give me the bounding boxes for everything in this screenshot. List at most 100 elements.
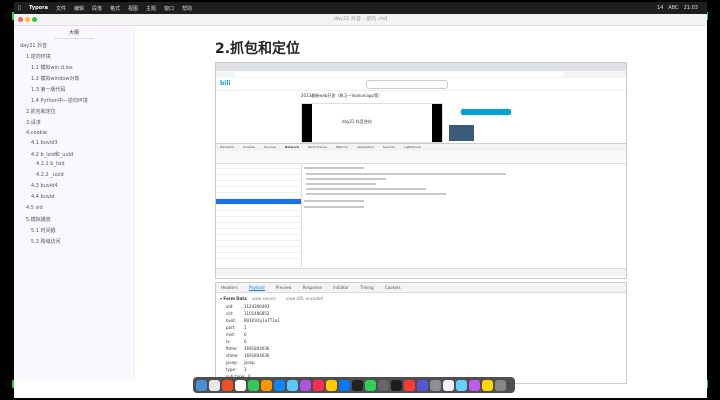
toc-item[interactable]: 4.4 buvid: [31, 194, 54, 200]
devtools-status-bar: [216, 268, 626, 276]
form-field-value: 1101486852: [244, 311, 270, 316]
request-detail: [302, 163, 624, 267]
form-field-key: bvid:: [226, 318, 236, 323]
payload-tab: Cookies: [384, 285, 401, 290]
status-count[interactable]: 14: [657, 5, 663, 11]
toc-item[interactable]: 4.2 b_lsid和_uuid: [31, 151, 73, 158]
dock-app-icon[interactable]: [274, 379, 285, 391]
toc-item[interactable]: 4.1 buvid3: [31, 140, 58, 146]
dock-app-icon[interactable]: [339, 379, 350, 391]
payload-tab: Timing: [360, 285, 374, 290]
toc-item[interactable]: day21 抖音: [20, 42, 47, 49]
recommend-thumbnail: [449, 125, 474, 141]
toc-item[interactable]: 5.1 时间戳: [31, 227, 56, 234]
dock: [193, 377, 515, 393]
form-field-key: cid:: [226, 311, 234, 316]
input-method[interactable]: ABC: [668, 5, 678, 11]
site-logo: bili: [220, 80, 231, 87]
form-field-key: jsonp:: [226, 360, 239, 365]
dock-app-icon[interactable]: [391, 379, 402, 391]
form-field-value: jsonp: [244, 360, 255, 365]
form-field-value: 1124306493: [244, 304, 270, 309]
dock-app-icon[interactable]: [430, 379, 441, 391]
video-player: day21 抖音逆向: [301, 103, 443, 143]
dock-app-icon[interactable]: [313, 379, 324, 391]
menu-app-name[interactable]: Typora: [29, 5, 48, 11]
menu-item[interactable]: 段落: [92, 5, 102, 12]
dock-app-icon[interactable]: [248, 379, 259, 391]
menu-item[interactable]: 文件: [56, 5, 66, 12]
dock-app-icon[interactable]: [287, 379, 298, 391]
dock-app-icon[interactable]: [352, 379, 363, 391]
form-field-key: aid:: [226, 304, 234, 309]
dock-app-icon[interactable]: [209, 379, 220, 391]
dock-app-icon[interactable]: [365, 379, 376, 391]
dock-app-icon[interactable]: [300, 379, 311, 391]
dock-app-icon[interactable]: [261, 379, 272, 391]
window-title: day21 抖音 - 逆向 .md: [333, 16, 388, 22]
toc-item[interactable]: 1.1 模拟win.d.ios: [31, 64, 73, 71]
devtools-tab: Console: [242, 145, 255, 149]
form-field-key: type:: [226, 367, 237, 372]
screen:  Typora 文件 编辑 段落 格式 视图 主题 窗口 帮助 14 ABC …: [14, 2, 707, 398]
dock-app-icon[interactable]: [495, 379, 506, 391]
toc-item[interactable]: 2.抓包和定位: [26, 108, 56, 115]
dock-app-icon[interactable]: [196, 379, 207, 391]
dock-app-icon[interactable]: [326, 379, 337, 391]
outline-tab[interactable]: 大纲: [54, 29, 94, 39]
toc-item[interactable]: 1.2 模拟window对象: [31, 75, 80, 82]
toc-item[interactable]: 4.5 sid: [26, 205, 43, 211]
dock-app-icon[interactable]: [378, 379, 389, 391]
form-field-value: 1691804636: [244, 346, 270, 351]
player-caption: day21 抖音逆向: [342, 119, 372, 124]
devtools-tab: Application: [357, 145, 374, 149]
payload-tab-active: Payload: [248, 285, 265, 291]
dock-app-icon[interactable]: [456, 379, 467, 391]
toc-item[interactable]: 4.2.2 _uuid: [36, 172, 64, 178]
dock-app-icon[interactable]: [404, 379, 415, 391]
toc-item[interactable]: 3.请求: [26, 119, 41, 126]
form-field-value: 0: [244, 339, 247, 344]
section-heading: 2.抓包和定位: [215, 41, 301, 57]
dock-app-icon[interactable]: [482, 379, 493, 391]
close-window-button[interactable]: [18, 17, 23, 22]
devtools-tab: Network: [284, 145, 299, 149]
devtools-tab: Security: [382, 145, 396, 149]
screenshot-payload: Headers Payload Preview Response Initiat…: [215, 282, 627, 384]
devtools-tab: Performance: [307, 145, 327, 149]
video-title: 2023最新web开发（练习一Vue/uniapp等）: [301, 93, 382, 98]
devtools-tab: Lighthouse: [404, 145, 421, 149]
dock-app-icon[interactable]: [235, 379, 246, 391]
clock[interactable]: 21:03: [684, 5, 698, 11]
menu-item[interactable]: 帮助: [182, 5, 192, 12]
menu-item[interactable]: 编辑: [74, 5, 84, 12]
payload-tabs: Headers Payload Preview Response Initiat…: [216, 283, 626, 293]
menu-item[interactable]: 主题: [146, 5, 156, 12]
zoom-window-button[interactable]: [32, 17, 37, 22]
form-field-value: 1: [244, 325, 247, 330]
toc-item[interactable]: 1.3 第一版代码: [31, 86, 66, 93]
toc-item[interactable]: 5.2 跨域访问: [31, 238, 61, 245]
menu-item[interactable]: 视图: [128, 5, 138, 12]
dock-app-icon[interactable]: [443, 379, 454, 391]
dock-app-icon[interactable]: [469, 379, 480, 391]
toc-item[interactable]: 1.4 Python中—逆向环境: [31, 97, 88, 104]
menu-bar:  Typora 文件 编辑 段落 格式 视图 主题 窗口 帮助 14 ABC …: [14, 2, 707, 14]
window-titlebar: day21 抖音 - 逆向 .md: [14, 14, 707, 26]
form-field-key: ftime:: [226, 346, 238, 351]
toc-item[interactable]: 4.2.1 b_lsid: [36, 161, 65, 167]
dock-app-icon[interactable]: [222, 379, 233, 391]
dock-app-icon[interactable]: [417, 379, 428, 391]
menu-item[interactable]: 窗口: [164, 5, 174, 12]
toc-item[interactable]: 1.逆向环境: [26, 53, 51, 60]
editor-content[interactable]: 2.抓包和定位 bili 2023最新web开发（练习一Vue/uniapp等）…: [135, 26, 707, 384]
outline-sidebar: 大纲 day21 抖音 1.逆向环境 1.1 模拟win.d.ios 1.2 模…: [14, 26, 135, 380]
apple-icon[interactable]: : [18, 5, 21, 11]
minimize-window-button[interactable]: [25, 17, 30, 22]
toc-item[interactable]: 4.cookie: [26, 130, 47, 136]
toc-item[interactable]: 5.模拟播放: [26, 216, 51, 223]
toc-item[interactable]: 4.3 buvid4: [31, 183, 58, 189]
site-nav: bili: [216, 78, 626, 91]
devtools-tab: Memory: [335, 145, 349, 149]
menu-item[interactable]: 格式: [110, 5, 120, 12]
